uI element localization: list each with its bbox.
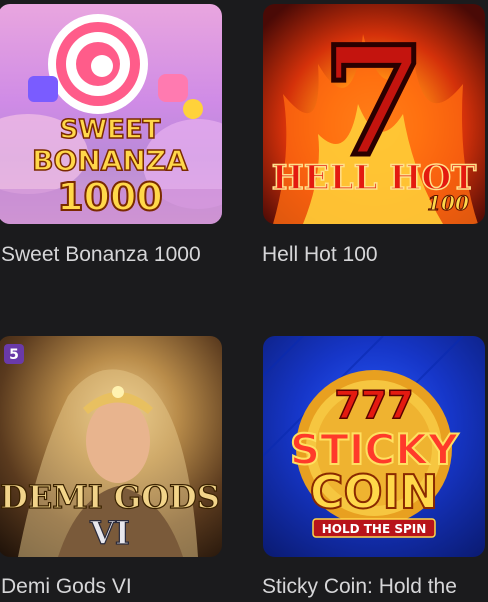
- art-line-4: HOLD THE SPIN: [322, 522, 427, 536]
- game-artwork: 777 STICKY COIN HOLD THE SPIN: [263, 336, 464, 538]
- game-title-sticky-coin[interactable]: Sticky Coin: Hold the: [262, 573, 488, 600]
- game-artwork: SWEET BONANZA 1000: [0, 14, 222, 224]
- game-artwork: 5 DEMI GODS VI: [0, 344, 220, 557]
- art-line-3: COIN: [310, 465, 438, 519]
- game-tile-hell-hot[interactable]: 7 HELL HOT 100: [263, 4, 485, 224]
- game-tile-sweet-bonanza[interactable]: SWEET BONANZA 1000: [0, 4, 222, 224]
- art-line-1: 777: [334, 383, 413, 427]
- art-line-2: VI: [89, 514, 130, 552]
- art-line-2: BONANZA: [32, 144, 188, 177]
- game-title-demi-gods[interactable]: Demi Gods VI: [1, 573, 226, 600]
- art-line-1: DEMI GODS: [0, 478, 220, 516]
- game-title-sweet-bonanza[interactable]: Sweet Bonanza 1000: [1, 241, 226, 268]
- art-line-3: 1000: [57, 175, 163, 219]
- game-tile-demi-gods[interactable]: 5 DEMI GODS VI: [0, 336, 222, 557]
- game-artwork: 7 HELL HOT 100: [271, 12, 478, 224]
- provider-badge-label: 5: [9, 347, 19, 363]
- game-tile-sticky-coin[interactable]: 777 STICKY COIN HOLD THE SPIN: [263, 336, 485, 557]
- art-line-1: SWEET: [60, 115, 161, 145]
- game-title-hell-hot[interactable]: Hell Hot 100: [262, 241, 484, 268]
- art-line-3: 100: [427, 191, 469, 215]
